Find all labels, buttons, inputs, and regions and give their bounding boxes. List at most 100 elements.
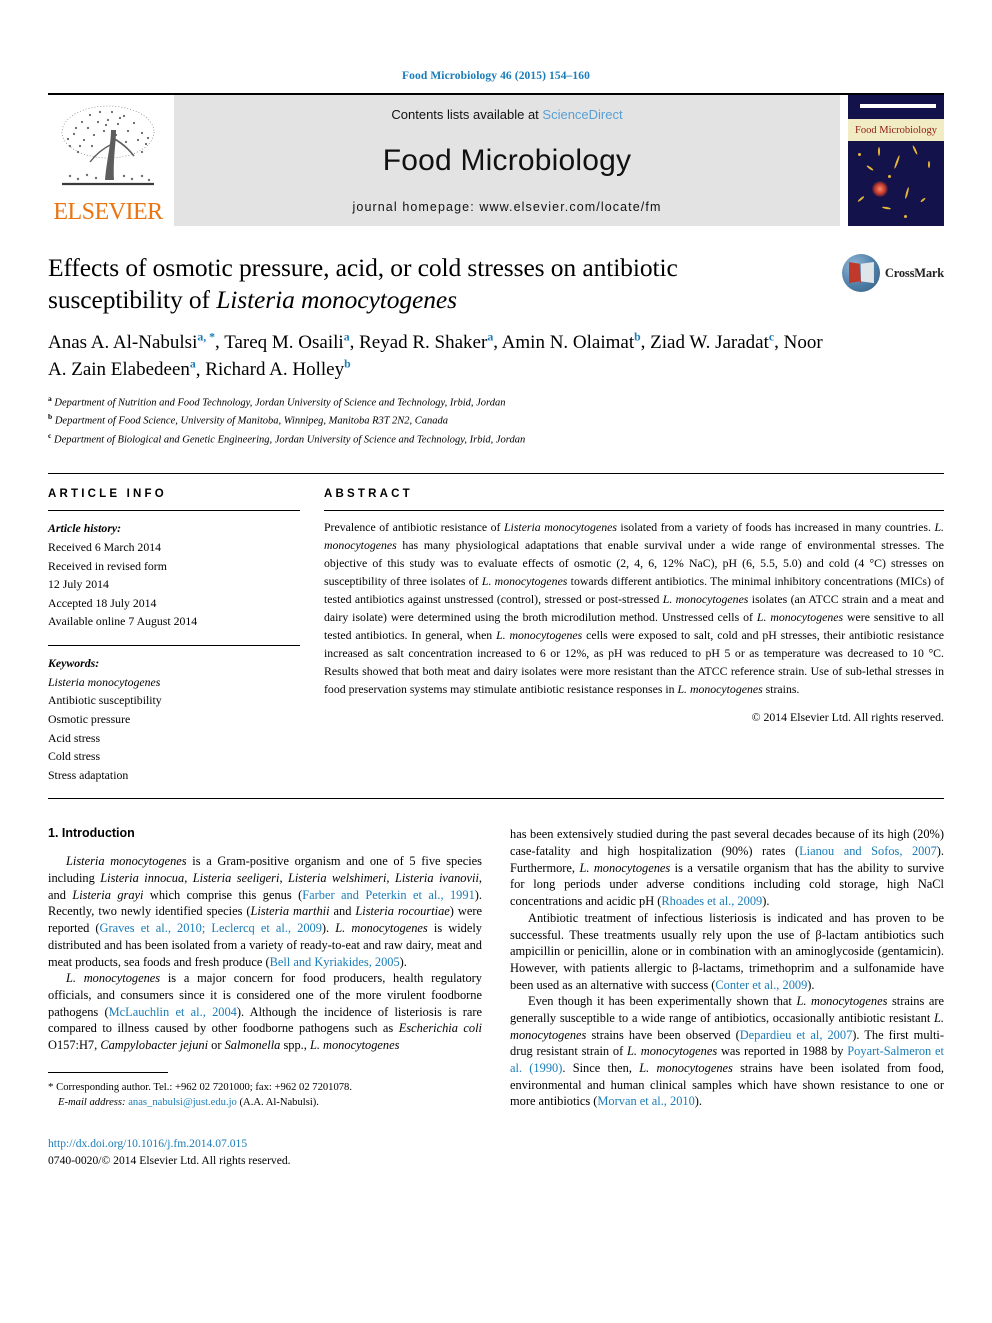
affiliation-item: a Department of Nutrition and Food Techn… xyxy=(48,393,944,412)
author-affil-mark: a, * xyxy=(197,330,216,344)
body-column-right: has been extensively studied during the … xyxy=(510,826,944,1169)
keyword-item: Cold stress xyxy=(48,749,101,764)
paragraph: Antibiotic treatment of infectious liste… xyxy=(510,910,944,992)
author-name: Ziad W. Jaradat xyxy=(650,331,769,353)
footnote-star: * xyxy=(48,1080,54,1093)
cover-speck xyxy=(888,175,891,178)
elsevier-wordmark: ELSEVIER xyxy=(53,199,163,225)
author-affil-mark: a xyxy=(487,330,494,344)
cover-speck xyxy=(904,186,910,200)
sciencedirect-link[interactable]: ScienceDirect xyxy=(542,107,622,122)
paragraph: has been extensively studied during the … xyxy=(510,827,944,909)
body-column-left: 1. Introduction Listeria monocytogenes i… xyxy=(48,826,482,1169)
abstract-copyright: © 2014 Elsevier Ltd. All rights reserved… xyxy=(751,709,944,724)
abstract-text: Prevalence of antibiotic resistance of L… xyxy=(324,520,945,696)
keyword-item: Acid stress xyxy=(48,730,101,745)
author-list: Anas A. Al-Nabulsia, *, Tareq M. Osailia… xyxy=(48,330,823,380)
journal-cover-thumbnail: Food Microbiology xyxy=(848,95,944,226)
cover-glow xyxy=(872,181,888,197)
journal-homepage-link[interactable]: journal homepage: www.elsevier.com/locat… xyxy=(353,200,662,214)
footnote-line-2: E-mail address: anas_nabulsi@just.edu.jo… xyxy=(48,1095,468,1110)
affiliation-text: Department of Food Science, University o… xyxy=(54,415,449,427)
crossmark-label: CrossMark xyxy=(884,265,944,280)
affiliation-text: Department of Biological and Genetic Eng… xyxy=(53,434,526,446)
elsevier-tree-icon xyxy=(54,104,162,200)
affiliation-mark: c xyxy=(48,430,52,440)
cover-top-bar xyxy=(860,104,936,108)
affiliation-mark: a xyxy=(48,393,52,403)
author-item: Tareq M. Osailia xyxy=(224,330,350,353)
issn-copyright-line: 0740-0020/© 2014 Elsevier Ltd. All right… xyxy=(48,1154,291,1168)
cover-speck xyxy=(920,197,926,203)
author-affil-mark: c xyxy=(768,330,775,344)
abstract-heading: ABSTRACT xyxy=(324,488,413,501)
cover-band-title: Food Microbiology xyxy=(848,119,944,141)
author-item: Anas A. Al-Nabulsia, * xyxy=(48,330,216,353)
affiliation-item: c Department of Biological and Genetic E… xyxy=(48,430,944,449)
doi-link[interactable]: http://dx.doi.org/10.1016/j.fm.2014.07.0… xyxy=(48,1135,482,1152)
title-block: CrossMark Effects of osmotic pressure, a… xyxy=(48,252,944,448)
article-info-heading: ARTICLE INFO xyxy=(48,488,167,501)
elsevier-logo: ELSEVIER xyxy=(48,95,168,226)
keyword-item: Osmotic pressure xyxy=(48,711,131,726)
author-item: Richard A. Holleyb xyxy=(205,357,351,380)
author-item: Reyad R. Shakera xyxy=(359,330,494,353)
section-heading-introduction: 1. Introduction xyxy=(48,826,135,841)
divider xyxy=(324,510,944,512)
footnote-corresponding: Corresponding author. Tel.: +962 02 7201… xyxy=(56,1081,352,1093)
history-item: Received 6 March 2014 xyxy=(48,539,162,554)
footnote-email-suffix: (A.A. Al-Nabulsi). xyxy=(239,1097,319,1109)
author-name: Richard A. Holley xyxy=(205,358,345,380)
running-head: Food Microbiology 46 (2015) 154–160 xyxy=(402,70,590,82)
keyword-item: Listeria monocytogenes xyxy=(48,674,161,689)
paper-page: Food Microbiology 46 (2015) 154–160 ELSE… xyxy=(0,0,992,1323)
author-name: Anas A. Al-Nabulsi xyxy=(48,331,198,353)
cover-speck xyxy=(866,164,874,172)
title-line-2-italic: Listeria monocytogenes xyxy=(216,285,457,315)
cover-speck xyxy=(928,161,930,168)
paragraph: Listeria monocytogenes is a Gram-positiv… xyxy=(48,854,483,969)
paragraph: Even though it has been experimentally s… xyxy=(510,994,944,1109)
journal-title: Food Microbiology xyxy=(382,144,632,177)
cover-speck xyxy=(904,215,907,218)
cover-speck xyxy=(911,145,919,155)
cover-speck xyxy=(857,195,865,203)
title-line-1: Effects of osmotic pressure, acid, or co… xyxy=(48,253,678,282)
author-item: Ziad W. Jaradatc xyxy=(650,330,775,353)
keywords-label: Keywords: xyxy=(48,656,100,671)
affiliation-list: a Department of Nutrition and Food Techn… xyxy=(48,393,944,449)
corresponding-author-footnote: * Corresponding author. Tel.: +962 02 72… xyxy=(48,1071,352,1111)
author-affil-mark: a xyxy=(343,330,350,344)
affiliation-text: Department of Nutrition and Food Technol… xyxy=(54,397,506,409)
crossmark-badge[interactable]: CrossMark xyxy=(841,254,944,292)
history-item: Received in revised form xyxy=(48,558,167,573)
article-history-block: Article history: Received 6 March 2014 R… xyxy=(48,519,300,631)
author-affil-mark: b xyxy=(344,357,351,371)
history-item: 12 July 2014 xyxy=(48,577,109,592)
divider xyxy=(48,510,300,512)
info-abstract-region: ARTICLE INFO Article history: Received 6… xyxy=(48,473,944,784)
article-info-column: ARTICLE INFO Article history: Received 6… xyxy=(48,488,300,784)
keyword-item: Stress adaptation xyxy=(48,767,129,782)
footnote-line-1: * Corresponding author. Tel.: +962 02 72… xyxy=(48,1080,468,1096)
author-name: Reyad R. Shaker xyxy=(359,331,488,353)
keyword-item: Antibiotic susceptibility xyxy=(48,693,162,708)
article-history-label: Article history: xyxy=(48,521,122,536)
divider xyxy=(48,798,944,800)
history-item: Available online 7 August 2014 xyxy=(48,614,198,629)
author-affil-mark: a xyxy=(189,357,196,371)
contents-prefix: Contents lists available at xyxy=(391,107,543,122)
author-name: Tareq M. Osaili xyxy=(224,331,344,353)
paragraph: L. monocytogenes is a major concern for … xyxy=(48,971,482,1052)
cover-speck xyxy=(881,206,892,210)
footnote-email-link[interactable]: anas_nabulsi@just.edu.jo xyxy=(128,1097,237,1108)
masthead-center: Contents lists available at ScienceDirec… xyxy=(174,95,840,226)
contents-lists-line: Contents lists available at ScienceDirec… xyxy=(391,107,622,122)
cover-speck xyxy=(893,155,901,169)
crossmark-icon xyxy=(841,254,880,292)
title-line-2-prefix: susceptibility of xyxy=(48,285,217,315)
cover-speck xyxy=(858,153,861,156)
affiliation-item: b Department of Food Science, University… xyxy=(48,411,944,430)
author-name: Amin N. Olaimat xyxy=(501,331,635,353)
